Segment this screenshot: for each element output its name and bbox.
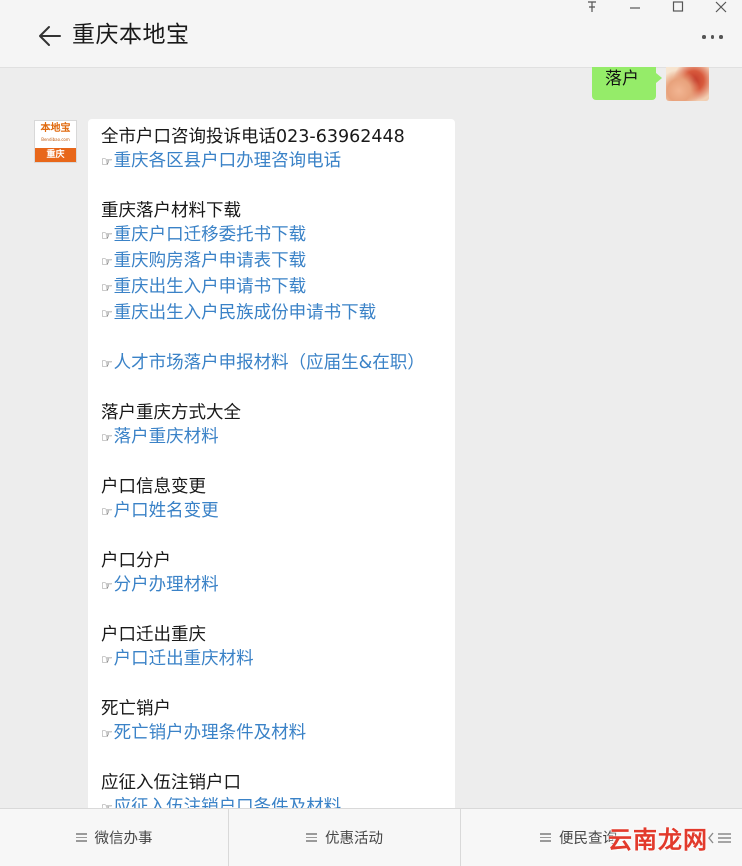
- watermark-logo: 云南龙网: [608, 826, 708, 854]
- arrow-left-icon: [39, 26, 61, 46]
- title-bar: 重庆本地宝: [0, 0, 742, 68]
- keyboard-toggle-icon: [708, 832, 731, 844]
- message-line-text: 应征入伍注销户口: [101, 773, 241, 793]
- pointing-hand-icon: ☞: [101, 579, 113, 594]
- message-line-text: 人才市场落户申报材料（应届生&在职）: [113, 353, 425, 373]
- pointing-hand-icon: ☞: [101, 505, 113, 520]
- message-heading: 户口分户: [101, 549, 455, 573]
- received-message-bubble: 全市户口咨询投诉电话023-63962448 ☞重庆各区县户口办理咨询电话 重庆落户…: [88, 119, 455, 819]
- message-line-text: 户口信息变更: [101, 477, 206, 497]
- pin-button[interactable]: [570, 0, 613, 14]
- sent-message-bubble[interactable]: 落户: [592, 67, 662, 100]
- menu-lines-icon: [540, 833, 551, 842]
- close-button[interactable]: [699, 0, 742, 14]
- message-line-text: 重庆户口迁移委托书下载: [113, 225, 307, 245]
- bot-logo-text: 本地宝: [35, 121, 76, 148]
- message-line-text: 户口迁出重庆: [101, 625, 206, 645]
- bot-logo-subtext: Bendibao.com: [41, 137, 70, 142]
- message-link[interactable]: ☞重庆各区县户口办理咨询电话: [101, 149, 455, 175]
- menu-item-label: 微信办事: [94, 831, 153, 847]
- menu-item-wechat-services[interactable]: 微信办事: [0, 809, 228, 866]
- message-link[interactable]: ☞落户重庆材料: [101, 425, 455, 451]
- message-line-text: 户口分户: [101, 551, 171, 571]
- menu-item-label: 优惠活动: [325, 831, 383, 847]
- pointing-hand-icon: ☞: [101, 431, 113, 446]
- chat-title: 重庆本地宝: [72, 22, 190, 48]
- message-link[interactable]: ☞重庆购房落户申请表下载: [101, 249, 455, 275]
- message-line-text: 全市户口咨询投诉电话023-63962448: [101, 127, 405, 147]
- minimize-icon: [629, 7, 640, 9]
- message-link[interactable]: ☞死亡销户办理条件及材料: [101, 721, 455, 747]
- sent-message-text: 落户: [605, 69, 639, 89]
- pointing-hand-icon: ☞: [101, 229, 113, 244]
- message-line-text: 死亡销户办理条件及材料: [113, 723, 307, 743]
- bot-logo-city: 重庆: [35, 148, 76, 162]
- message-heading: 户口迁出重庆: [101, 623, 455, 647]
- message-link[interactable]: ☞人才市场落户申报材料（应届生&在职）: [101, 351, 455, 377]
- keyboard-toggle-button[interactable]: [708, 829, 732, 847]
- message-heading: 落户重庆方式大全: [101, 401, 455, 425]
- pointing-hand-icon: ☞: [101, 727, 113, 742]
- pointing-hand-icon: ☞: [101, 653, 113, 668]
- message-heading: 死亡销户: [101, 697, 455, 721]
- message-line-text: 重庆出生入户申请书下载: [113, 277, 307, 297]
- message-line-text: 死亡销户: [101, 699, 171, 719]
- menu-lines-icon: [306, 833, 317, 842]
- window-controls: [570, 0, 742, 14]
- message-content: 全市户口咨询投诉电话023-63962448 ☞重庆各区县户口办理咨询电话 重庆落户…: [101, 125, 455, 819]
- message-heading: 重庆落户材料下载: [101, 199, 455, 223]
- minimize-button[interactable]: [613, 0, 656, 14]
- message-heading: 户口信息变更: [101, 475, 455, 499]
- message-line-text: 分户办理材料: [113, 575, 219, 595]
- message-heading: 应征入伍注销户口: [101, 771, 455, 795]
- bot-avatar[interactable]: 本地宝 Bendibao.com 重庆: [34, 120, 77, 163]
- message-heading: 全市户口咨询投诉电话023-63962448: [101, 125, 455, 149]
- menu-lines-icon: [75, 833, 87, 842]
- message-line-text: 户口姓名变更: [113, 501, 219, 521]
- message-line-text: 重庆各区县户口办理咨询电话: [113, 151, 342, 171]
- back-button[interactable]: [36, 22, 64, 50]
- menu-item-promotions[interactable]: 优惠活动: [228, 809, 460, 866]
- message-link[interactable]: ☞重庆出生入户民族成份申请书下载: [101, 301, 455, 327]
- message-line-text: 重庆出生入户民族成份申请书下载: [113, 303, 377, 323]
- message-link[interactable]: ☞分户办理材料: [101, 573, 455, 599]
- pointing-hand-icon: ☞: [101, 307, 113, 322]
- pointing-hand-icon: ☞: [101, 155, 113, 170]
- pin-icon: [587, 1, 596, 12]
- message-link[interactable]: ☞户口姓名变更: [101, 499, 455, 525]
- message-link[interactable]: ☞重庆户口迁移委托书下载: [101, 223, 455, 249]
- more-dots-icon[interactable]: [702, 30, 728, 44]
- maximize-icon: [672, 1, 683, 12]
- message-link[interactable]: ☞重庆出生入户申请书下载: [101, 275, 455, 301]
- message-line-text: 重庆购房落户申请表下载: [113, 251, 307, 271]
- message-line-text: 户口迁出重庆材料: [113, 649, 254, 669]
- close-icon: [715, 1, 726, 13]
- message-line-text: 重庆落户材料下载: [101, 201, 241, 221]
- message-line-text: 落户重庆材料: [113, 427, 219, 447]
- pointing-hand-icon: ☞: [101, 255, 113, 270]
- pointing-hand-icon: ☞: [101, 281, 113, 296]
- pointing-hand-icon: ☞: [101, 357, 113, 372]
- user-avatar[interactable]: [666, 67, 709, 101]
- message-line-text: 落户重庆方式大全: [101, 403, 241, 423]
- maximize-button[interactable]: [656, 0, 699, 14]
- message-link[interactable]: ☞户口迁出重庆材料: [101, 647, 455, 673]
